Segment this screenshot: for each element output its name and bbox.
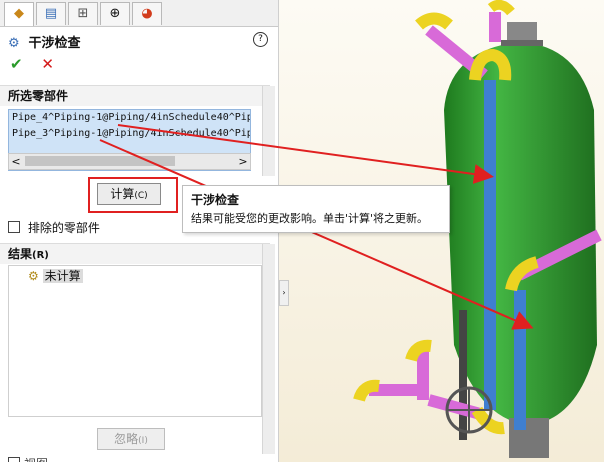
results-scrollbar[interactable] (262, 244, 275, 454)
tab-feature-manager[interactable]: ◆ (4, 2, 34, 26)
tooltip-body: 结果可能受您的更改影响。单击'计算'将之更新。 (191, 212, 429, 225)
interference-icon: ⚙ (8, 36, 20, 51)
result-item-label: 未计算 (42, 269, 83, 283)
results-header[interactable]: 结果(R) (0, 243, 270, 264)
scroll-left-icon[interactable]: < (9, 154, 23, 169)
appearance-icon: ◕ (141, 6, 153, 21)
bottom-checkbox[interactable] (8, 457, 20, 462)
tab-dimxpert[interactable]: ⊕ (100, 2, 130, 25)
interference-result-icon: ⚙ (28, 269, 39, 283)
tab-configuration[interactable]: ⊞ (68, 2, 98, 25)
property-list-icon: ▤ (44, 6, 58, 21)
list-item[interactable]: Pipe_3^Piping-1@Piping/4inSchedule40^Pip… (9, 126, 250, 142)
list-item[interactable]: Pipe_4^Piping-1@Piping/4inSchedule40^Pip… (9, 110, 250, 126)
bottom-section-cut: 视图 (8, 455, 48, 462)
panel-tabs: ◆ ▤ ⊞ ⊕ ◕ (0, 0, 278, 27)
exclude-checkbox[interactable] (8, 221, 20, 233)
title-text: 干涉检查 (28, 36, 81, 51)
selected-components-header[interactable]: 所选零部件 (0, 85, 270, 106)
tooltip: 干涉检查 结果可能受您的更改影响。单击'计算'将之更新。 (182, 185, 450, 233)
selected-components-label: 所选零部件 (8, 89, 69, 103)
exclude-components-row[interactable]: 排除的零部件 (8, 219, 100, 236)
scroll-right-icon[interactable]: > (236, 154, 250, 169)
results-label: 结果 (8, 247, 33, 261)
result-item[interactable]: ⚙ 未计算 (28, 267, 83, 284)
results-shortcut: (R) (32, 250, 49, 261)
results-list[interactable] (8, 265, 262, 417)
horizontal-scrollbar[interactable]: < > (8, 153, 251, 170)
tab-display[interactable]: ◕ (132, 2, 162, 25)
ok-button[interactable]: ✔ (10, 55, 23, 73)
ignore-shortcut: (I) (138, 436, 148, 446)
tab-property-manager[interactable]: ▤ (36, 2, 66, 25)
ignore-label: 忽略 (114, 432, 139, 446)
scrollbar-thumb[interactable] (25, 156, 175, 166)
feature-tree-icon: ◆ (14, 6, 24, 21)
bottom-label: 视图 (24, 457, 48, 462)
crosshair-icon: ⊕ (109, 6, 121, 21)
configuration-icon: ⊞ (77, 6, 89, 21)
cancel-button[interactable]: ✕ (41, 55, 54, 73)
tooltip-title: 干涉检查 (191, 193, 240, 207)
confirm-row: ✔ ✕ (10, 55, 54, 73)
ignore-button[interactable]: 忽略(I) (97, 428, 165, 450)
vertical-scrollbar[interactable] (262, 86, 275, 176)
panel-splitter-handle[interactable]: › (279, 280, 289, 306)
help-icon[interactable]: ? (253, 32, 268, 47)
valve-handwheel (445, 386, 493, 434)
page-title: ⚙ 干涉检查 (8, 32, 81, 51)
exclude-label: 排除的零部件 (27, 221, 100, 235)
annotation-highlight-box (88, 177, 178, 213)
